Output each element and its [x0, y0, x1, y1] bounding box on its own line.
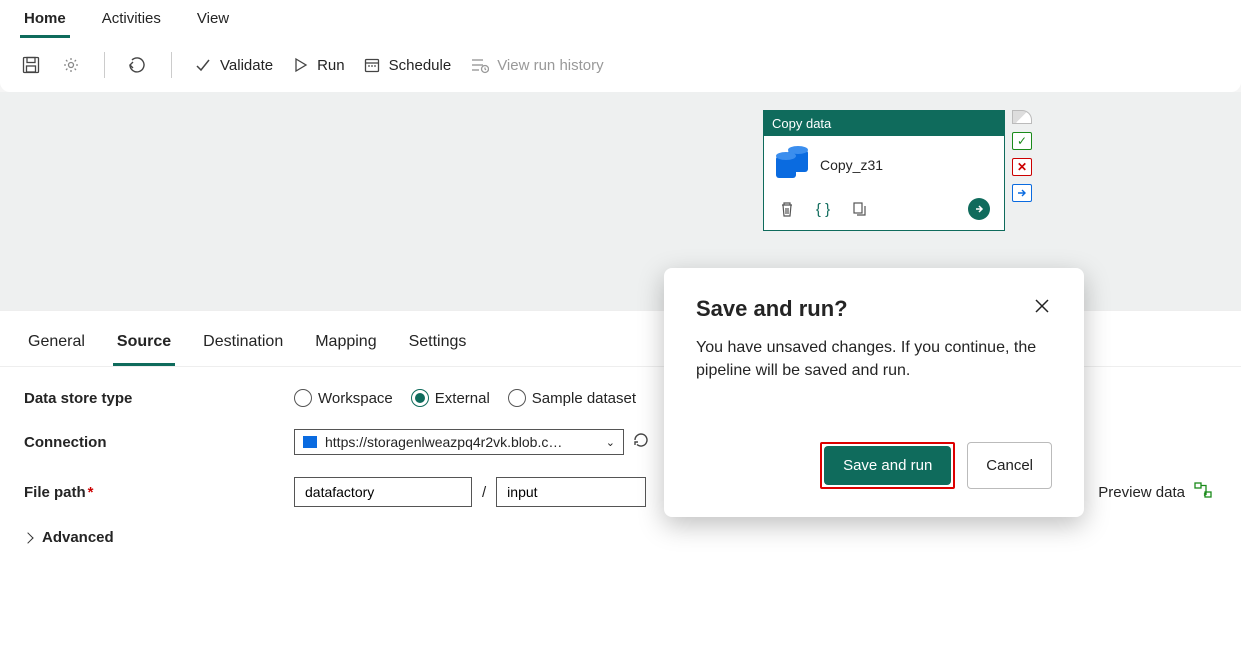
storage-icon	[303, 436, 317, 448]
radio-workspace-label: Workspace	[318, 390, 393, 407]
view-run-history-button[interactable]: View run history	[469, 56, 603, 74]
validate-label: Validate	[220, 57, 273, 74]
activity-type-label: Copy data	[764, 111, 1004, 136]
copy-data-activity[interactable]: Copy data Copy_z31 { }	[763, 110, 1005, 231]
activity-status-column: ✓ ✕	[1012, 110, 1032, 202]
schedule-button[interactable]: Schedule	[363, 56, 452, 74]
status-fail-icon[interactable]: ✕	[1012, 158, 1032, 176]
data-flow-icon	[1193, 481, 1213, 504]
schedule-label: Schedule	[389, 57, 452, 74]
connection-value: https://storagenlweazpq4r2vk.blob.c…	[325, 434, 562, 450]
activity-output-connector[interactable]	[968, 198, 990, 220]
radio-sample-dataset[interactable]: Sample dataset	[508, 389, 636, 407]
highlight-indicator: Save and run	[820, 442, 955, 489]
prop-tab-destination[interactable]: Destination	[199, 325, 287, 366]
save-icon[interactable]	[20, 54, 42, 76]
connection-dropdown[interactable]: https://storagenlweazpq4r2vk.blob.c… ⌄	[294, 429, 624, 455]
data-store-type-label: Data store type	[24, 390, 294, 407]
tab-home[interactable]: Home	[20, 2, 70, 38]
dialog-body: You have unsaved changes. If you continu…	[696, 336, 1052, 382]
delete-icon[interactable]	[778, 200, 796, 218]
page-curl-icon[interactable]	[1012, 110, 1032, 124]
file-path-separator: /	[482, 484, 486, 501]
settings-icon[interactable]	[60, 54, 82, 76]
dialog-title: Save and run?	[696, 296, 848, 322]
prop-tab-general[interactable]: General	[24, 325, 89, 366]
run-button[interactable]: Run	[291, 56, 345, 74]
database-icon	[776, 150, 810, 180]
save-and-run-dialog: Save and run? You have unsaved changes. …	[664, 268, 1084, 517]
save-and-run-button[interactable]: Save and run	[824, 446, 951, 485]
preview-data-label: Preview data	[1098, 484, 1185, 501]
advanced-toggle[interactable]: Advanced	[24, 529, 1217, 546]
file-path-label: File path*	[24, 484, 294, 501]
toolbar: Validate Run Schedule View run history	[0, 38, 1241, 92]
chevron-down-icon: ⌄	[606, 436, 615, 449]
radio-workspace[interactable]: Workspace	[294, 389, 393, 407]
chevron-right-icon	[22, 532, 33, 543]
file-path-container-input[interactable]	[294, 477, 472, 507]
tab-view[interactable]: View	[193, 2, 233, 38]
tab-activities[interactable]: Activities	[98, 2, 165, 38]
prop-tab-source[interactable]: Source	[113, 325, 175, 366]
preview-data-button[interactable]: Preview data	[1098, 481, 1217, 504]
prop-tab-mapping[interactable]: Mapping	[311, 325, 380, 366]
refresh-icon[interactable]	[632, 431, 650, 454]
top-nav: Home Activities View	[0, 0, 1241, 38]
activity-name: Copy_z31	[820, 157, 883, 173]
undo-icon[interactable]	[127, 54, 149, 76]
radio-external-label: External	[435, 390, 490, 407]
status-skip-icon[interactable]	[1012, 184, 1032, 202]
radio-external[interactable]: External	[411, 389, 490, 407]
validate-button[interactable]: Validate	[194, 56, 273, 74]
code-icon[interactable]: { }	[814, 200, 832, 218]
status-success-icon[interactable]: ✓	[1012, 132, 1032, 150]
data-store-type-radio-group: Workspace External Sample dataset	[294, 389, 636, 407]
cancel-button[interactable]: Cancel	[967, 442, 1052, 489]
toolbar-divider-2	[171, 52, 172, 78]
prop-tab-settings[interactable]: Settings	[405, 325, 471, 366]
run-label: Run	[317, 57, 345, 74]
close-icon[interactable]	[1032, 296, 1052, 321]
toolbar-divider	[104, 52, 105, 78]
file-path-directory-input[interactable]	[496, 477, 646, 507]
connection-label: Connection	[24, 434, 294, 451]
radio-sample-label: Sample dataset	[532, 390, 636, 407]
view-run-history-label: View run history	[497, 57, 603, 74]
copy-icon[interactable]	[850, 200, 868, 218]
advanced-label: Advanced	[42, 529, 114, 546]
